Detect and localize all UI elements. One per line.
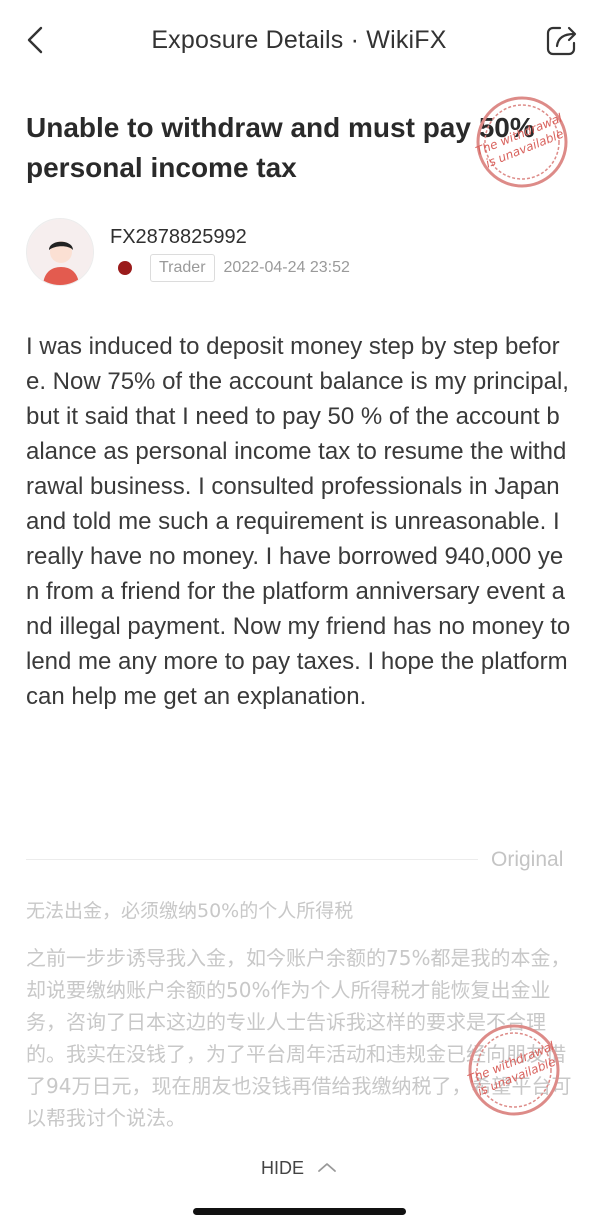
- original-divider: [26, 859, 478, 860]
- navigation-bar: Exposure Details · WikiFX: [0, 0, 598, 82]
- post-timestamp: 2022-04-24 23:52: [223, 259, 350, 276]
- original-title: 无法出金，必须缴纳50%的个人所得税: [26, 900, 354, 922]
- share-button[interactable]: [544, 22, 582, 58]
- author-meta: Trader 2022-04-24 23:52: [110, 254, 350, 282]
- chevron-up-icon: [318, 1163, 336, 1173]
- hide-original-button[interactable]: HIDE: [0, 1158, 598, 1179]
- share-icon: [546, 26, 577, 56]
- withdrawal-unavailable-stamp-icon: The withdrawal is unavailable: [474, 96, 568, 188]
- original-label: Original: [491, 848, 564, 871]
- exposure-body: I was induced to deposit money step by s…: [26, 333, 571, 710]
- author-id[interactable]: FX2878825992: [110, 226, 247, 249]
- hide-label: HIDE: [260, 1158, 304, 1178]
- avatar[interactable]: [26, 218, 94, 286]
- withdrawal-unavailable-stamp-icon: The withdrawal is unavailable: [466, 1024, 560, 1116]
- role-tag: Trader: [150, 254, 215, 282]
- user-avatar-icon: [27, 219, 93, 285]
- page-title: Exposure Details · WikiFX: [151, 26, 447, 54]
- home-indicator: [193, 1208, 406, 1215]
- country-flag-icon: [118, 261, 132, 275]
